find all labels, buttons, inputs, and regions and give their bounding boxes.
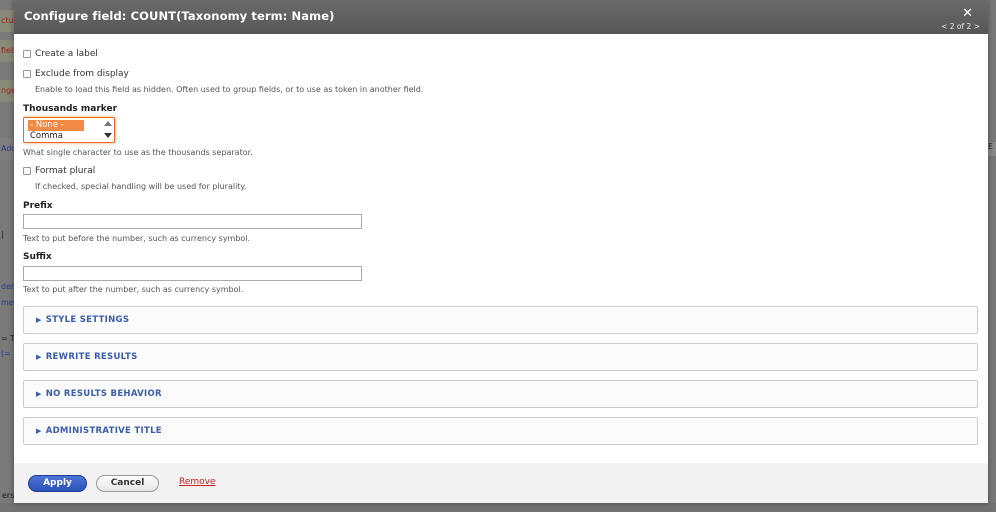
exclude-display-option[interactable]: Exclude from display (23, 69, 129, 79)
dialog-footer: Apply Cancel Remove (14, 463, 988, 503)
administrative-title-section[interactable]: ▶ ADMINISTRATIVE TITLE (23, 417, 978, 445)
exclude-display-checkbox[interactable] (23, 70, 31, 78)
triangle-right-icon: ▶ (36, 316, 42, 324)
section-label: NO RESULTS BEHAVIOR (45, 389, 162, 399)
bg-snippet: Add (0, 138, 14, 160)
thousands-marker-description: What single character to use as the thou… (23, 148, 253, 157)
close-icon[interactable]: ✕ (962, 7, 973, 21)
format-plural-checkbox[interactable] (23, 167, 31, 175)
triangle-right-icon: ▶ (36, 427, 42, 435)
configure-field-dialog: Configure field: COUNT(Taxonomy term: Na… (14, 0, 988, 503)
cancel-button[interactable]: Cancel (96, 475, 159, 492)
style-settings-toggle[interactable]: ▶ STYLE SETTINGS (36, 315, 129, 325)
apply-button[interactable]: Apply (28, 475, 87, 492)
bg-snippet: ctu (0, 10, 14, 32)
bg-snippet: (= (0, 343, 14, 365)
triangle-right-icon: ▶ (36, 390, 42, 398)
section-label: STYLE SETTINGS (45, 315, 130, 325)
section-label: REWRITE RESULTS (45, 352, 138, 362)
prefix-input[interactable] (23, 214, 362, 229)
create-label-label: Create a label (35, 49, 98, 59)
thousands-option-none[interactable]: - None - (28, 120, 84, 131)
bg-snippet: nge (0, 80, 14, 102)
dialog-content: Create a label Exclude from display Enab… (23, 34, 979, 463)
bg-snippet: met (0, 292, 14, 314)
format-plural-label: Format plural (35, 166, 96, 176)
exclude-display-label: Exclude from display (35, 69, 129, 79)
suffix-title: Suffix (23, 252, 52, 262)
section-label: ADMINISTRATIVE TITLE (45, 426, 162, 436)
triangle-right-icon: ▶ (36, 353, 42, 361)
format-plural-description: If checked, special handling will be use… (35, 182, 247, 191)
create-label-checkbox[interactable] (23, 50, 31, 58)
prefix-title: Prefix (23, 201, 53, 211)
prefix-description: Text to put before the number, such as c… (23, 234, 251, 243)
bg-snippet: E (988, 142, 996, 156)
create-label-option[interactable]: Create a label (23, 49, 98, 59)
dialog-title: Configure field: COUNT(Taxonomy term: Na… (24, 9, 335, 23)
thousands-marker-select[interactable]: - None - Comma (23, 117, 115, 143)
suffix-input[interactable] (23, 266, 362, 281)
dialog-pager[interactable]: < 2 of 2 > (941, 22, 980, 31)
scroll-up-icon[interactable] (104, 121, 112, 126)
rewrite-results-toggle[interactable]: ▶ REWRITE RESULTS (36, 352, 138, 362)
bg-snippet: | (0, 224, 14, 246)
no-results-behavior-section[interactable]: ▶ NO RESULTS BEHAVIOR (23, 380, 978, 408)
thousands-marker-title: Thousands marker (23, 104, 118, 114)
style-settings-section[interactable]: ▶ STYLE SETTINGS (23, 306, 978, 334)
bg-bottom (0, 503, 996, 512)
thousands-option-comma[interactable]: Comma (28, 131, 84, 142)
suffix-description: Text to put after the number, such as cu… (23, 285, 244, 294)
format-plural-option[interactable]: Format plural (23, 166, 95, 176)
administrative-title-toggle[interactable]: ▶ ADMINISTRATIVE TITLE (36, 426, 162, 436)
bg-snippet: fiel (0, 40, 14, 62)
remove-link[interactable]: Remove (179, 477, 216, 487)
scroll-down-icon[interactable] (104, 133, 112, 138)
rewrite-results-section[interactable]: ▶ REWRITE RESULTS (23, 343, 978, 371)
exclude-display-description: Enable to load this field as hidden. Oft… (35, 85, 424, 94)
dialog-titlebar: Configure field: COUNT(Taxonomy term: Na… (14, 0, 988, 34)
no-results-behavior-toggle[interactable]: ▶ NO RESULTS BEHAVIOR (36, 389, 162, 399)
